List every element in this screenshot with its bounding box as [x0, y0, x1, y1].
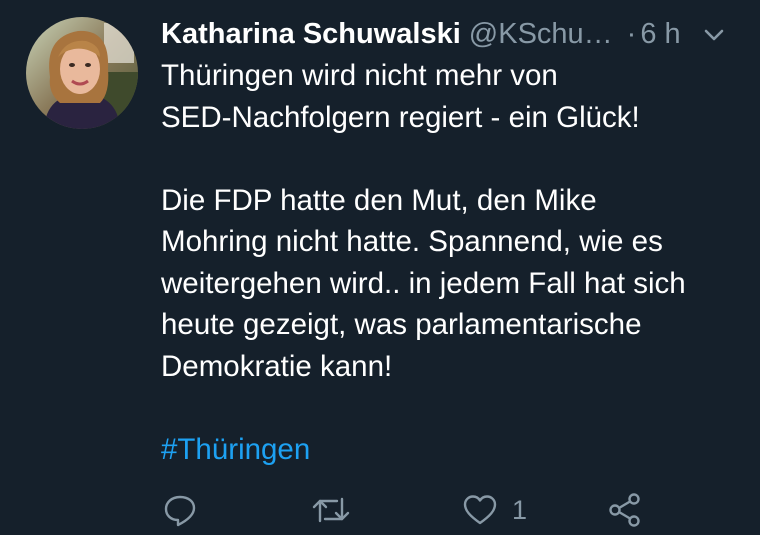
text-line: Demokratie kann!	[161, 349, 393, 383]
paragraph-2: Die FDP hatte den Mut, den Mike Mohring …	[161, 180, 751, 388]
retweet-button[interactable]	[311, 492, 351, 528]
hashtag-link[interactable]: #Thüringen	[161, 433, 310, 466]
share-icon	[607, 492, 643, 528]
like-button[interactable]: 1	[462, 492, 527, 528]
chevron-down-icon[interactable]	[701, 22, 727, 48]
retweet-icon	[311, 493, 351, 527]
text-line: Thüringen wird nicht mehr von	[161, 59, 558, 92]
like-count: 1	[512, 494, 528, 525]
author-handle[interactable]: @KSchu…	[469, 18, 613, 51]
text-line: weitergehen wird.. in jedem Fall hat sic…	[161, 266, 686, 300]
reply-icon	[163, 493, 197, 527]
paragraph-3: #Thüringen	[161, 429, 751, 471]
separator-dot: ·	[626, 17, 637, 50]
heart-icon	[462, 493, 498, 527]
author-name[interactable]: Katharina Schuwalski	[161, 18, 461, 51]
avatar[interactable]	[26, 17, 138, 129]
text-line: Mohring nicht hatte. Spannend, wie es	[161, 225, 663, 258]
paragraph-1: Thüringen wird nicht mehr von SED-Nachfo…	[161, 55, 751, 138]
timestamp[interactable]: 6 h	[640, 18, 680, 51]
reply-button[interactable]	[163, 492, 197, 528]
action-bar: 1	[0, 488, 760, 532]
tweet-text: Thüringen wird nicht mehr von SED-Nachfo…	[161, 55, 751, 470]
text-line: SED-Nachfolgern regiert - ein Glück!	[161, 100, 640, 134]
share-button[interactable]	[607, 492, 643, 528]
text-line: Die FDP hatte den Mut, den Mike	[161, 183, 597, 217]
tweet-header: Katharina Schuwalski @KSchu… · 6 h	[161, 14, 751, 54]
text-line: heute gezeigt, was parlamentarische	[161, 308, 642, 341]
tweet[interactable]: Katharina Schuwalski @KSchu… · 6 h Thüri…	[0, 0, 760, 535]
